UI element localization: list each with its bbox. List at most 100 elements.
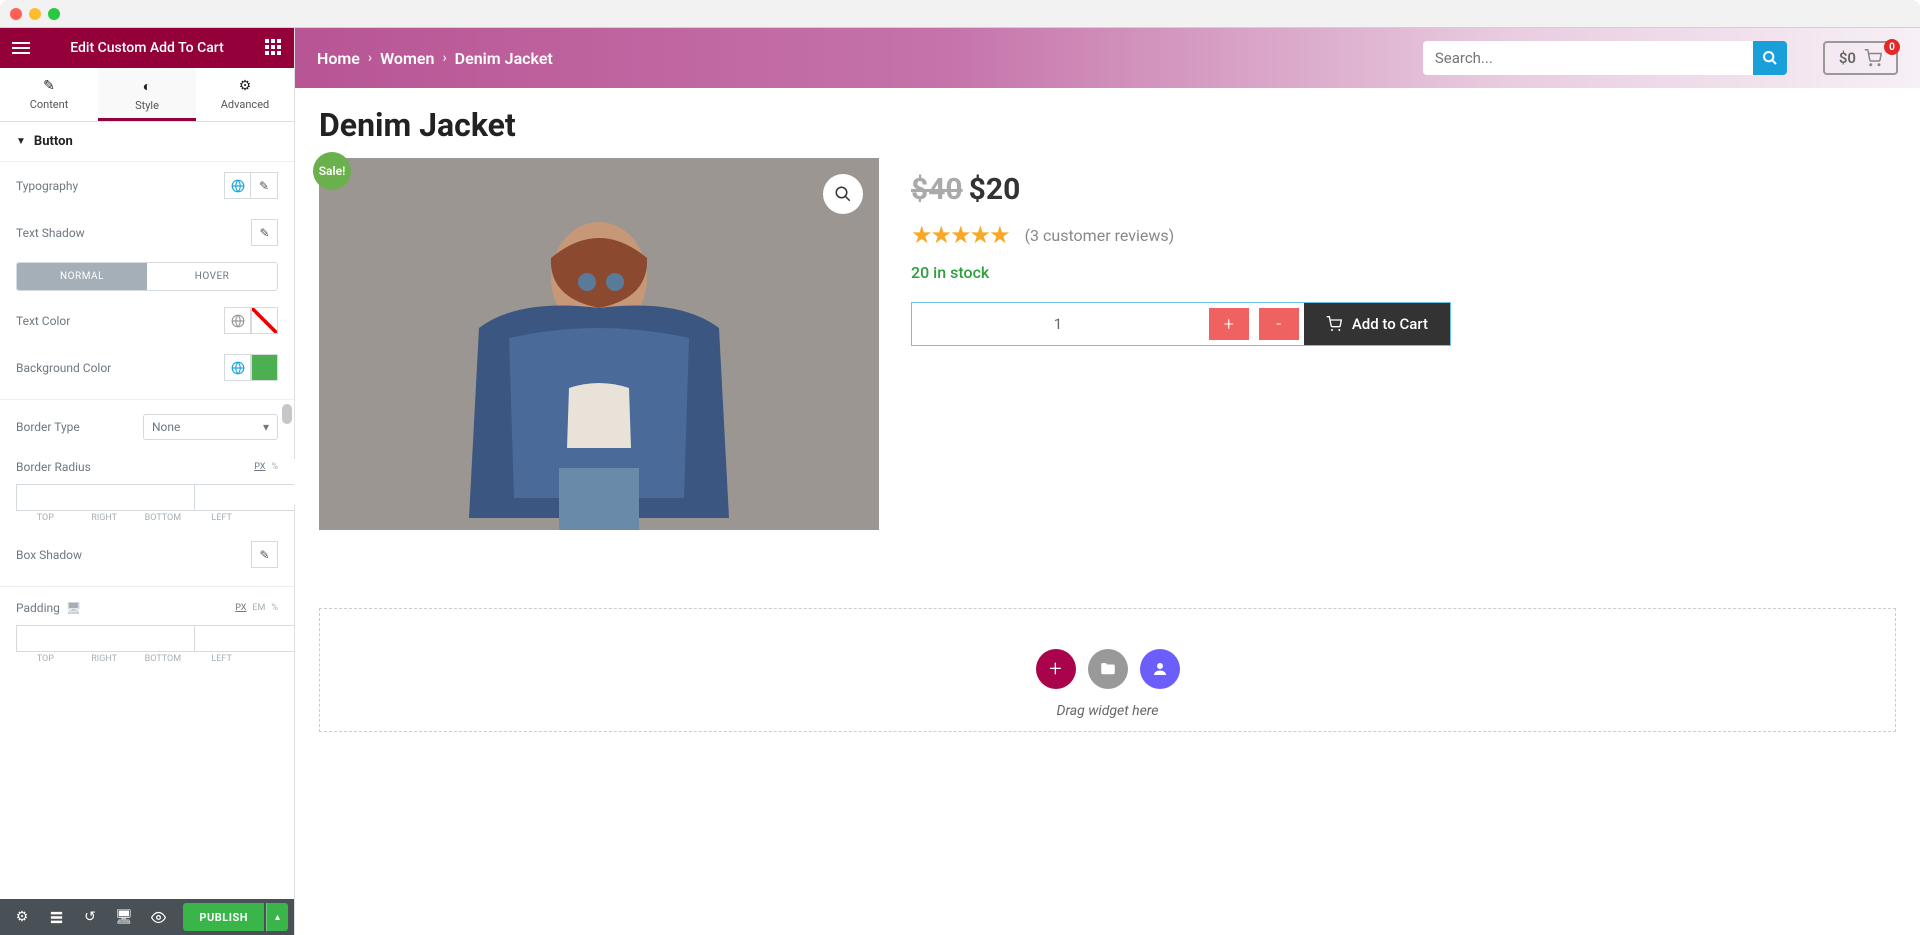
unit-px-radius[interactable]: PX <box>254 462 265 472</box>
bg-color-swatch[interactable] <box>251 354 278 381</box>
label-bg-color: Background Color <box>16 361 111 375</box>
qty-plus-button[interactable]: + <box>1207 306 1251 342</box>
settings-button[interactable]: ⚙ <box>6 903 38 931</box>
global-widget-button[interactable] <box>1140 649 1180 689</box>
search-form <box>1423 41 1787 75</box>
search-button[interactable] <box>1753 41 1787 75</box>
current-price: $20 <box>969 172 1021 207</box>
text-color-swatch[interactable] <box>251 307 278 334</box>
template-button[interactable] <box>1088 649 1128 689</box>
unit-px-padding[interactable]: PX <box>235 603 246 613</box>
edit-box-shadow-button[interactable]: ✎ <box>251 541 278 568</box>
breadcrumb: Home › Women › Denim Jacket <box>317 49 553 68</box>
quantity-input[interactable] <box>912 303 1204 345</box>
maximize-window-icon[interactable] <box>48 8 60 20</box>
padding-top[interactable] <box>16 625 194 652</box>
cart-badge: 0 <box>1884 39 1900 55</box>
editor-sidebar: Edit Custom Add To Cart ✎ Content ◐ Styl… <box>0 28 295 935</box>
responsive-icon[interactable]: 🖥 <box>66 601 81 615</box>
border-radius-inputs <box>16 484 278 511</box>
dim-label-bottom: BOTTOM <box>134 513 193 523</box>
state-hover[interactable]: HOVER <box>147 263 277 290</box>
dim-label-right2: RIGHT <box>75 654 134 664</box>
responsive-button[interactable]: 🖥 <box>108 903 140 931</box>
section-button[interactable]: ▼ Button <box>0 122 294 162</box>
product-photo <box>319 158 879 530</box>
caret-down-icon: ▼ <box>16 136 26 147</box>
sidebar-footer: ⚙ ↺ 🖥 PUBLISH ▴ <box>0 899 294 935</box>
padding-right[interactable] <box>194 625 294 652</box>
breadcrumb-women[interactable]: Women <box>380 49 434 68</box>
state-normal[interactable]: NORMAL <box>17 263 147 290</box>
cart-button[interactable]: $0 0 <box>1823 41 1898 75</box>
search-input[interactable] <box>1423 41 1753 75</box>
minimize-window-icon[interactable] <box>29 8 41 20</box>
dim-label-top: TOP <box>16 513 75 523</box>
cart-total: $0 <box>1839 49 1856 67</box>
radius-top[interactable] <box>16 484 194 511</box>
scroll-thumb[interactable] <box>282 404 292 424</box>
tab-style[interactable]: ◐ Style <box>98 68 196 121</box>
breadcrumb-home[interactable]: Home <box>317 49 360 68</box>
unit-pct-padding[interactable]: % <box>271 603 278 613</box>
top-bar: Home › Women › Denim Jacket $0 0 <box>295 28 1920 88</box>
radius-right[interactable] <box>194 484 294 511</box>
contrast-icon: ◐ <box>143 78 151 95</box>
row-text-color: Text Color <box>0 297 294 344</box>
border-type-select[interactable]: None ▾ <box>143 414 278 440</box>
label-text-color: Text Color <box>16 314 70 328</box>
preview-area: Home › Women › Denim Jacket $0 0 Denim J… <box>295 28 1920 935</box>
publish-dropdown[interactable]: ▴ <box>266 903 288 931</box>
chevron-right-icon: › <box>368 50 372 66</box>
tab-advanced[interactable]: ⚙ Advanced <box>196 68 294 121</box>
dim-label-left2: LEFT <box>192 654 251 664</box>
global-typography-button[interactable] <box>224 172 251 199</box>
label-padding: Padding <box>16 601 60 615</box>
preview-button[interactable] <box>142 903 174 931</box>
stock-status: 20 in stock <box>911 263 1896 282</box>
price: $40$20 <box>911 172 1896 207</box>
global-text-color-button[interactable] <box>224 307 251 334</box>
row-typography: Typography ✎ <box>0 162 294 209</box>
row-border-type: Border Type None ▾ <box>0 404 294 450</box>
global-bg-color-button[interactable] <box>224 354 251 381</box>
widgets-icon[interactable] <box>264 39 282 57</box>
section-label: Button <box>34 134 73 149</box>
navigator-button[interactable] <box>40 903 72 931</box>
drop-zone[interactable]: + Drag widget here <box>319 608 1896 732</box>
label-box-shadow: Box Shadow <box>16 548 82 562</box>
editor-title: Edit Custom Add To Cart <box>30 40 264 56</box>
edit-typography-button[interactable]: ✎ <box>251 172 278 199</box>
sale-badge: Sale! <box>313 152 351 190</box>
pencil-icon: ✎ <box>43 78 55 94</box>
sidebar-scrollbar[interactable] <box>280 162 294 899</box>
window-chrome <box>0 0 1920 28</box>
dim-label-top2: TOP <box>16 654 75 664</box>
label-border-radius: Border Radius <box>16 460 91 474</box>
unit-em-padding[interactable]: EM <box>252 603 265 613</box>
add-to-cart-button[interactable]: Add to Cart <box>1304 303 1450 345</box>
label-typography: Typography <box>16 179 78 193</box>
history-button[interactable]: ↺ <box>74 903 106 931</box>
product-meta: $40$20 ★★★★★ (3 customer reviews) 20 in … <box>911 158 1896 530</box>
gear-icon: ⚙ <box>239 78 252 94</box>
sidebar-header: Edit Custom Add To Cart <box>0 28 294 68</box>
product-image[interactable]: Sale! <box>319 158 879 530</box>
menu-icon[interactable] <box>12 39 30 57</box>
product-title: Denim Jacket <box>319 106 1896 144</box>
add-section-button[interactable]: + <box>1036 649 1076 689</box>
tab-content[interactable]: ✎ Content <box>0 68 98 121</box>
publish-button[interactable]: PUBLISH <box>183 903 264 931</box>
tab-advanced-label: Advanced <box>221 98 269 111</box>
rating-row: ★★★★★ (3 customer reviews) <box>911 221 1896 249</box>
tab-style-label: Style <box>135 99 159 112</box>
zoom-button[interactable] <box>823 174 863 214</box>
row-text-shadow: Text Shadow ✎ <box>0 209 294 256</box>
unit-pct-radius[interactable]: % <box>271 462 278 472</box>
qty-minus-button[interactable]: - <box>1257 306 1301 342</box>
cart-icon <box>1326 316 1342 332</box>
close-window-icon[interactable] <box>10 8 22 20</box>
review-count[interactable]: (3 customer reviews) <box>1025 226 1175 245</box>
dim-label-right: RIGHT <box>75 513 134 523</box>
edit-text-shadow-button[interactable]: ✎ <box>251 219 278 246</box>
